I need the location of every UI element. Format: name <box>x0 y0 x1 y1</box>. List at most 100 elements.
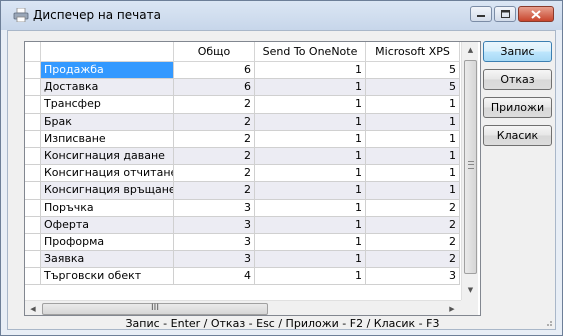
table-row[interactable]: Консигнация отчитане 2 1 1 <box>25 165 460 183</box>
cell-send-to-onenote[interactable]: 1 <box>255 216 366 234</box>
scroll-right-icon[interactable]: ▶ <box>444 301 460 315</box>
cell-document-type[interactable]: Поръчка <box>41 199 174 217</box>
cell-microsoft-xps[interactable]: 2 <box>366 216 460 234</box>
cell-document-type[interactable]: Изписване <box>41 130 174 148</box>
row-selector[interactable] <box>25 165 41 183</box>
title-bar[interactable]: Диспечер на печата <box>1 1 562 30</box>
cell-send-to-onenote[interactable]: 1 <box>255 147 366 166</box>
cell-send-to-onenote[interactable]: 1 <box>255 113 366 131</box>
row-selector[interactable] <box>25 268 41 286</box>
cell-document-type[interactable]: Проформа <box>41 233 174 252</box>
table-row[interactable]: Проформа 3 1 2 <box>25 233 460 252</box>
cell-document-type[interactable]: Консигнация даване <box>41 147 174 166</box>
cell-microsoft-xps[interactable]: 1 <box>366 96 460 114</box>
row-selector[interactable] <box>25 96 41 114</box>
cell-document-type[interactable]: Оферта <box>41 216 174 234</box>
cell-document-type[interactable]: Консигнация отчитане <box>41 165 174 183</box>
cell-total[interactable]: 2 <box>174 130 255 148</box>
header-microsoft-xps[interactable]: Microsoft XPS <box>366 42 460 62</box>
header-total[interactable]: Общо <box>174 42 255 62</box>
cell-document-type[interactable]: Трансфер <box>41 96 174 114</box>
cell-total[interactable]: 3 <box>174 199 255 217</box>
maximize-button[interactable] <box>494 6 516 22</box>
cell-total[interactable]: 4 <box>174 268 255 286</box>
apply-button[interactable]: Приложи <box>483 97 552 118</box>
header-send-to-onenote[interactable]: Send To OneNote <box>255 42 366 62</box>
row-selector[interactable] <box>25 182 41 200</box>
cell-send-to-onenote[interactable]: 1 <box>255 62 366 80</box>
cell-document-type[interactable]: Консигнация връщане <box>41 182 174 200</box>
cell-total[interactable]: 2 <box>174 147 255 166</box>
scroll-down-icon[interactable]: ▼ <box>462 282 479 299</box>
vertical-scroll-thumb[interactable] <box>464 60 477 274</box>
table-row[interactable]: Продажба 6 1 5 <box>25 62 460 80</box>
row-selector[interactable] <box>25 251 41 269</box>
horizontal-scrollbar[interactable]: ◀ III ▶ <box>25 300 461 315</box>
grid-body: Продажба 6 1 5 Доставка 6 1 5 Трансфер 2 1 1 Брак 2 1 1… <box>25 62 460 286</box>
table-row[interactable]: Заявка 3 1 2 <box>25 251 460 269</box>
cell-total[interactable]: 6 <box>174 62 255 80</box>
row-selector[interactable] <box>25 79 41 97</box>
printer-assignment-grid[interactable]: Общо Send To OneNote Microsoft XPS Прода… <box>24 41 481 316</box>
table-row[interactable]: Поръчка 3 1 2 <box>25 199 460 217</box>
table-row[interactable]: Консигнация връщане 2 1 1 <box>25 182 460 200</box>
cell-send-to-onenote[interactable]: 1 <box>255 268 366 286</box>
row-selector[interactable] <box>25 233 41 252</box>
table-row[interactable]: Доставка 6 1 5 <box>25 79 460 97</box>
cell-microsoft-xps[interactable]: 2 <box>366 251 460 269</box>
cell-document-type[interactable]: Търговски обект <box>41 268 174 286</box>
cell-microsoft-xps[interactable]: 2 <box>366 199 460 217</box>
table-row[interactable]: Оферта 3 1 2 <box>25 216 460 234</box>
cell-send-to-onenote[interactable]: 1 <box>255 251 366 269</box>
table-row[interactable]: Изписване 2 1 1 <box>25 130 460 148</box>
cell-microsoft-xps[interactable]: 5 <box>366 62 460 80</box>
row-selector[interactable] <box>25 147 41 166</box>
cell-microsoft-xps[interactable]: 2 <box>366 233 460 252</box>
cell-microsoft-xps[interactable]: 5 <box>366 79 460 97</box>
row-selector[interactable] <box>25 130 41 148</box>
cell-microsoft-xps[interactable]: 3 <box>366 268 460 286</box>
vertical-scrollbar[interactable]: ▲ ▼ <box>461 42 478 300</box>
horizontal-scroll-thumb[interactable]: III <box>42 303 268 315</box>
row-selector[interactable] <box>25 199 41 217</box>
table-row[interactable]: Търговски обект 4 1 3 <box>25 268 460 286</box>
cell-total[interactable]: 2 <box>174 113 255 131</box>
cell-document-type[interactable]: Заявка <box>41 251 174 269</box>
minimize-button[interactable] <box>470 6 492 22</box>
cell-send-to-onenote[interactable]: 1 <box>255 199 366 217</box>
cell-total[interactable]: 3 <box>174 216 255 234</box>
cell-microsoft-xps[interactable]: 1 <box>366 130 460 148</box>
cell-microsoft-xps[interactable]: 1 <box>366 147 460 166</box>
cell-document-type[interactable]: Брак <box>41 113 174 131</box>
cell-send-to-onenote[interactable]: 1 <box>255 233 366 252</box>
cell-microsoft-xps[interactable]: 1 <box>366 113 460 131</box>
scroll-left-icon[interactable]: ◀ <box>25 301 41 315</box>
close-button[interactable] <box>518 6 554 22</box>
cell-total[interactable]: 3 <box>174 233 255 252</box>
cell-document-type[interactable]: Продажба <box>41 62 174 80</box>
cancel-button[interactable]: Отказ <box>483 69 552 90</box>
save-button[interactable]: Запис <box>483 41 552 62</box>
cell-send-to-onenote[interactable]: 1 <box>255 79 366 97</box>
table-row[interactable]: Консигнация даване 2 1 1 <box>25 147 460 166</box>
cell-total[interactable]: 2 <box>174 96 255 114</box>
scroll-up-icon[interactable]: ▲ <box>462 42 479 59</box>
table-row[interactable]: Брак 2 1 1 <box>25 113 460 131</box>
cell-total[interactable]: 6 <box>174 79 255 97</box>
cell-send-to-onenote[interactable]: 1 <box>255 96 366 114</box>
cell-total[interactable]: 2 <box>174 165 255 183</box>
row-selector[interactable] <box>25 113 41 131</box>
cell-total[interactable]: 3 <box>174 251 255 269</box>
cell-document-type[interactable]: Доставка <box>41 79 174 97</box>
cell-send-to-onenote[interactable]: 1 <box>255 182 366 200</box>
cell-microsoft-xps[interactable]: 1 <box>366 165 460 183</box>
cell-microsoft-xps[interactable]: 1 <box>366 182 460 200</box>
cell-total[interactable]: 2 <box>174 182 255 200</box>
cell-send-to-onenote[interactable]: 1 <box>255 165 366 183</box>
row-selector[interactable] <box>25 62 41 80</box>
resize-grip-icon[interactable] <box>543 317 553 327</box>
table-row[interactable]: Трансфер 2 1 1 <box>25 96 460 114</box>
classic-button[interactable]: Класик <box>483 125 552 146</box>
cell-send-to-onenote[interactable]: 1 <box>255 130 366 148</box>
row-selector[interactable] <box>25 216 41 234</box>
